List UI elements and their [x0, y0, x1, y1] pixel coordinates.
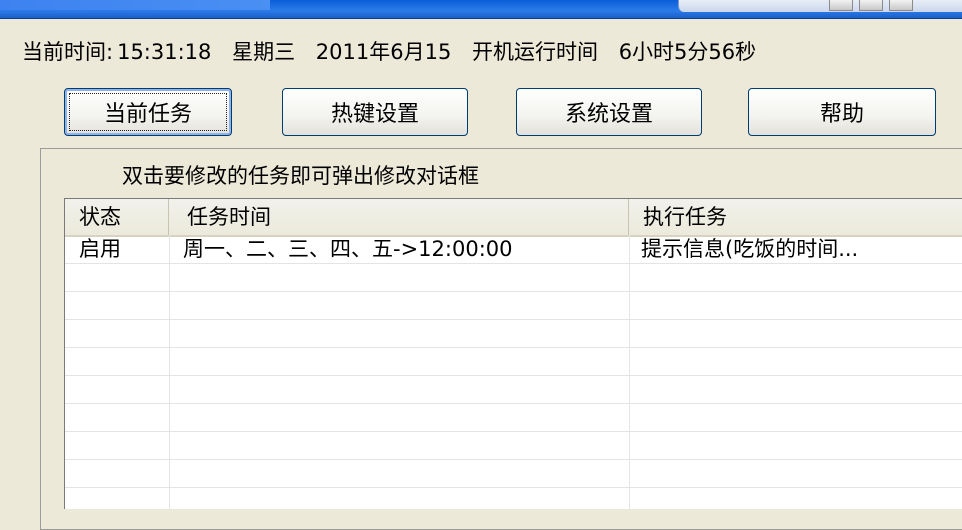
cell-status: 启用 — [79, 237, 121, 261]
column-header-time[interactable]: 任务时间 — [169, 199, 629, 235]
table-row-empty — [65, 459, 962, 488]
cell-action: 提示信息(吃饭的时间... — [641, 237, 859, 261]
title-strip — [0, 0, 270, 10]
cell-time: 周一、二、三、四、五->12:00:00 — [183, 237, 513, 261]
status-line: 当前时间: 15:31:18 星期三 2011年6月15 开机运行时间 6小时5分… — [22, 36, 770, 66]
close-button[interactable] — [889, 0, 913, 11]
task-list[interactable]: 状态 任务时间 执行任务 启用 周一、二、三、四、五->12:00:00 提示信… — [64, 198, 962, 509]
table-row-empty — [65, 431, 962, 460]
date: 2011年6月15 — [315, 40, 452, 64]
table-row-empty — [65, 375, 962, 404]
column-header-action[interactable]: 执行任务 — [629, 199, 962, 235]
minimize-button[interactable] — [829, 0, 853, 11]
title-bar[interactable] — [0, 0, 962, 19]
maximize-button[interactable] — [859, 0, 883, 11]
table-row-empty — [65, 319, 962, 348]
uptime-value: 6小时5分56秒 — [618, 40, 757, 64]
weekday: 星期三 — [232, 40, 296, 64]
table-row-empty — [65, 263, 962, 292]
window-controls — [678, 0, 962, 12]
table-row-empty — [65, 347, 962, 376]
help-button[interactable]: 帮助 — [748, 88, 936, 136]
column-header-status[interactable]: 状态 — [65, 199, 169, 235]
list-header: 状态 任务时间 执行任务 — [65, 199, 962, 237]
table-row-empty — [65, 291, 962, 320]
uptime-label: 开机运行时间 — [472, 40, 598, 64]
table-row-empty — [65, 403, 962, 432]
panel-hint: 双击要修改的任务即可弹出修改对话框 — [122, 164, 479, 188]
system-settings-button[interactable]: 系统设置 — [516, 88, 702, 136]
hotkey-settings-button[interactable]: 热键设置 — [282, 88, 468, 136]
current-tasks-button[interactable]: 当前任务 — [64, 88, 232, 136]
time-value: 15:31:18 — [117, 40, 212, 64]
time-label: 当前时间: — [22, 40, 114, 64]
table-row[interactable]: 启用 周一、二、三、四、五->12:00:00 提示信息(吃饭的时间... — [65, 235, 962, 264]
